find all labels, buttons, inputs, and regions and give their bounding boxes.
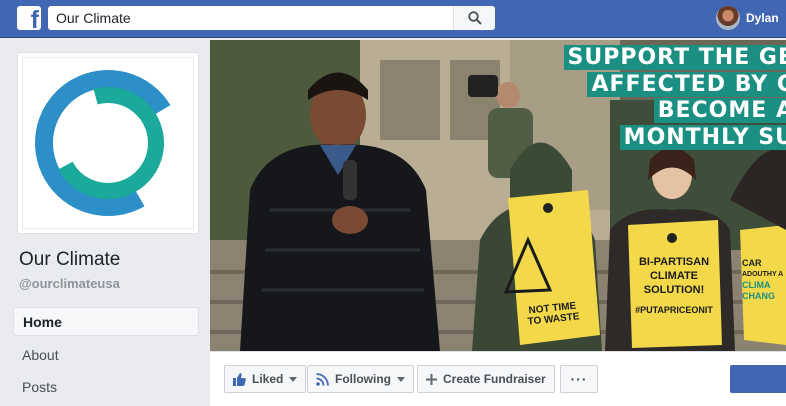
- cover-banner-text: SUPPORT THE GE AFFECTED BY C BECOME A MO…: [563, 45, 786, 151]
- banner-line-2: AFFECTED BY C: [587, 71, 786, 97]
- our-climate-logo-icon: [35, 70, 181, 216]
- sidebar-item-home[interactable]: Home: [13, 307, 199, 336]
- sidebar-item-posts[interactable]: Posts: [13, 372, 199, 401]
- liked-button[interactable]: Liked: [224, 365, 307, 393]
- user-name: Dylan: [746, 11, 779, 25]
- search-button[interactable]: [453, 6, 495, 30]
- chevron-down-icon: [397, 376, 405, 382]
- sign-mid-line-2: CLIMATE: [649, 270, 699, 282]
- following-button[interactable]: Following: [307, 365, 414, 393]
- liked-label: Liked: [252, 372, 284, 386]
- search-icon: [467, 11, 482, 25]
- protest-sign-right: CAR ADOUTHY A CLIMA CHANG: [742, 258, 786, 302]
- banner-line-3: BECOME A: [653, 98, 786, 123]
- facebook-logo-icon[interactable]: f: [17, 6, 41, 30]
- sign-mid-line-1: BI-PARTISAN: [638, 256, 710, 268]
- sign-mid-tag: #PUTAPRICEONIT: [635, 305, 713, 315]
- profile-picture-frame: [22, 57, 194, 229]
- sign-right-line-1: CAR: [742, 258, 762, 268]
- create-fundraiser-button[interactable]: Create Fundraiser: [417, 365, 555, 393]
- banner-line-1: SUPPORT THE GE: [563, 45, 786, 70]
- page-action-bar: Liked Following Create Fundraiser ···: [210, 351, 786, 406]
- cover-photo[interactable]: SUPPORT THE GE AFFECTED BY C BECOME A MO…: [210, 40, 786, 351]
- page-title: Our Climate: [19, 249, 121, 270]
- page-profile-picture[interactable]: [17, 52, 199, 234]
- facebook-logo-letter: f: [30, 6, 39, 31]
- primary-action-button[interactable]: [730, 365, 786, 393]
- search-bar: [48, 6, 495, 30]
- sidebar-item-about[interactable]: About: [13, 340, 199, 369]
- sign-mid-line-3: SOLUTION!: [643, 284, 705, 296]
- banner-line-4: MONTHLY SU: [619, 124, 786, 150]
- rss-feed-icon: [316, 372, 329, 386]
- avatar: [716, 6, 740, 30]
- more-options-button[interactable]: ···: [560, 365, 598, 393]
- plus-icon: [426, 373, 437, 385]
- thumbs-up-icon: [233, 372, 246, 386]
- protest-sign-middle: BI-PARTISAN CLIMATE SOLUTION! #PUTAPRICE…: [628, 255, 720, 317]
- user-profile-link[interactable]: Dylan: [716, 6, 779, 30]
- top-navigation-bar: f Dylan: [0, 0, 786, 38]
- following-label: Following: [335, 372, 391, 386]
- sign-right-line-4: CHANG: [742, 291, 775, 301]
- chevron-down-icon: [289, 376, 298, 382]
- create-fundraiser-label: Create Fundraiser: [443, 372, 546, 386]
- search-input[interactable]: [48, 6, 448, 30]
- more-options-label: ···: [570, 371, 588, 387]
- sign-right-line-3: CLIMA: [742, 280, 771, 290]
- page-handle[interactable]: @ourclimateusa: [19, 276, 120, 291]
- sign-right-line-2: ADOUTHY A: [742, 271, 784, 278]
